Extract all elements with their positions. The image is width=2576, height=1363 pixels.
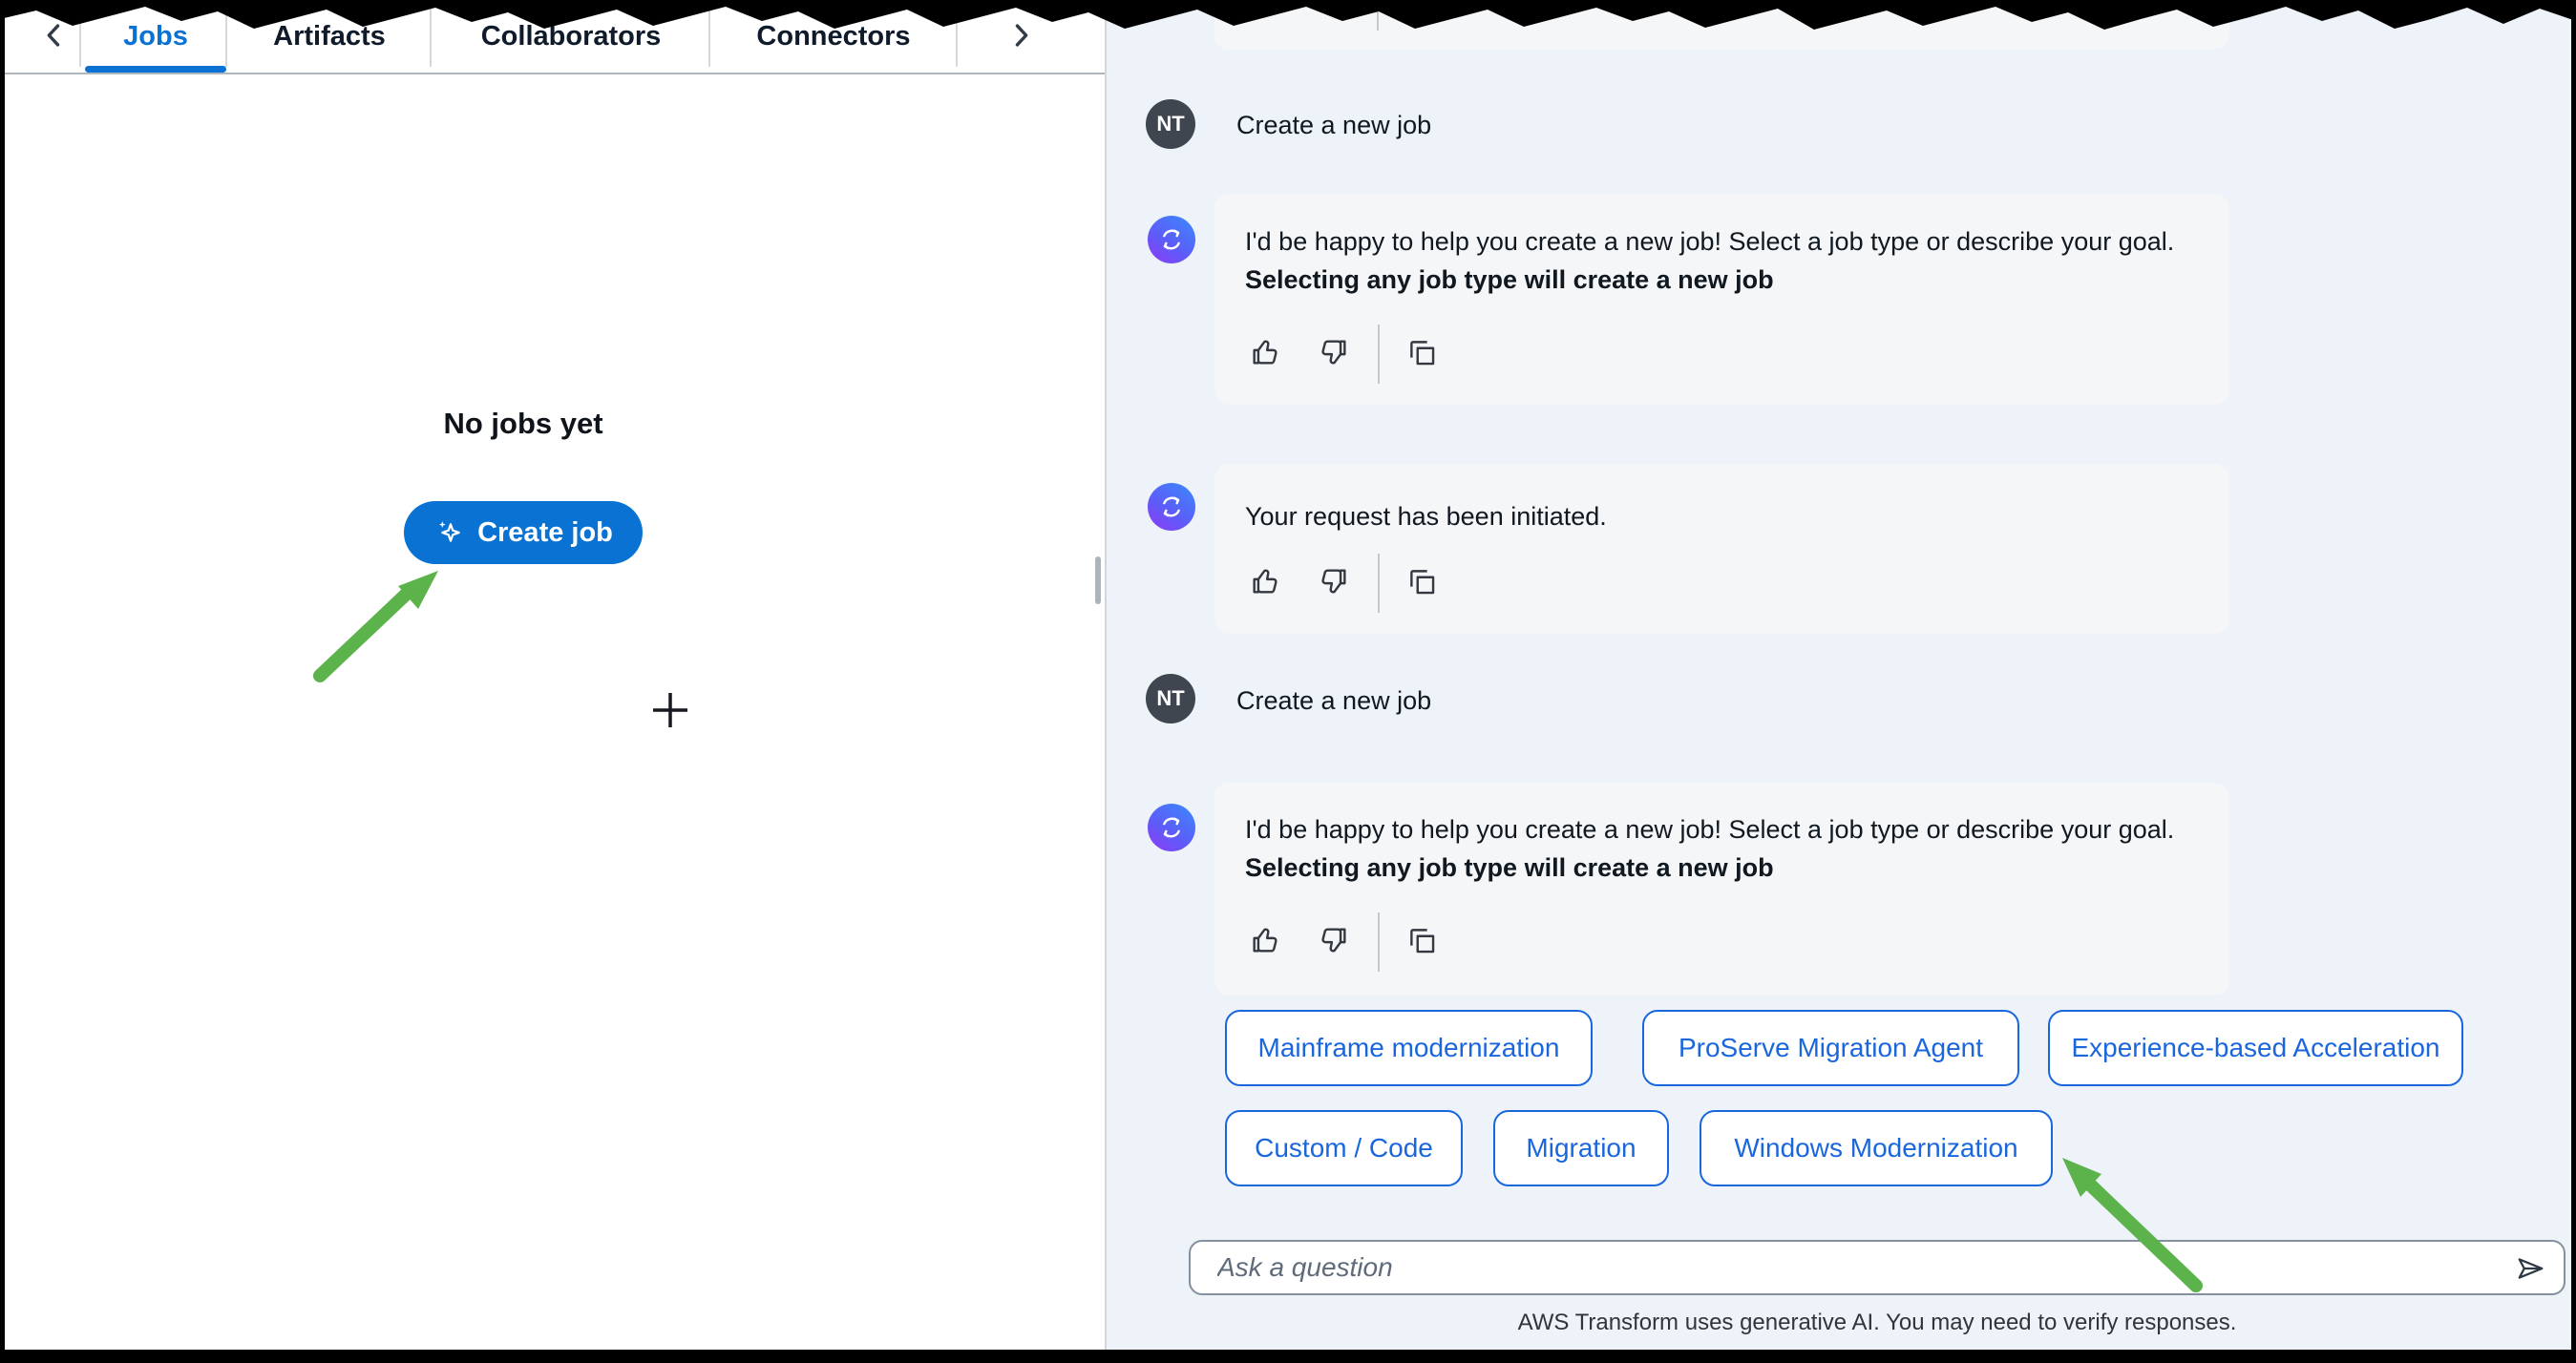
assistant-bubble: Your request has been initiated. <box>1214 464 2229 634</box>
assistant-avatar <box>1148 483 1195 531</box>
tab-separator <box>225 4 227 67</box>
jobs-panel <box>5 0 1105 1350</box>
job-type-button-experience-based-acceleration[interactable]: Experience-based Acceleration <box>2048 1010 2463 1086</box>
panel-divider <box>1105 0 1107 1350</box>
screenshot-root: Jobs Artifacts Collaborators Connectors … <box>0 0 2576 1363</box>
action-separator <box>1378 912 1380 972</box>
ai-disclaimer: AWS Transform uses generative AI. You ma… <box>1189 1310 2565 1336</box>
thumbs-up-icon[interactable] <box>1249 336 1281 368</box>
tabs-scroll-right-icon[interactable] <box>1004 19 1037 52</box>
assistant-avatar <box>1148 216 1195 263</box>
job-type-button-custom-code[interactable]: Custom / Code <box>1225 1110 1463 1186</box>
assistant-message-line2: Selecting any job type will create a new… <box>1245 849 1774 886</box>
tab-collaborators[interactable]: Collaborators <box>481 21 662 52</box>
copy-icon[interactable] <box>1405 565 1438 598</box>
job-type-button-mainframe-modernization[interactable]: Mainframe modernization <box>1225 1010 1593 1086</box>
user-message: Create a new job <box>1236 107 1431 143</box>
copy-icon[interactable] <box>1405 336 1438 368</box>
send-icon[interactable] <box>2513 1251 2547 1286</box>
action-separator <box>1378 554 1380 613</box>
empty-state-title: No jobs yet <box>380 407 666 441</box>
thumbs-up-icon[interactable] <box>1249 924 1281 956</box>
chat-bubble-partial <box>1214 0 2229 50</box>
tab-connectors[interactable]: Connectors <box>756 21 910 52</box>
create-job-label: Create job <box>477 517 613 549</box>
tab-bar-border <box>5 73 1105 74</box>
thumbs-up-icon[interactable] <box>1249 565 1281 598</box>
copy-icon[interactable] <box>1405 924 1438 956</box>
frame-border-right <box>2571 0 2576 1363</box>
action-separator <box>1378 325 1380 384</box>
thumbs-down-icon[interactable] <box>1318 336 1350 368</box>
user-message: Create a new job <box>1236 682 1431 719</box>
chat-input[interactable] <box>1189 1240 2565 1295</box>
assistant-bubble: I'd be happy to help you create a new jo… <box>1214 783 2229 996</box>
action-separator <box>1377 6 1379 31</box>
tab-separator <box>79 4 81 67</box>
tab-jobs[interactable]: Jobs <box>123 21 188 52</box>
thumbs-down-icon[interactable] <box>1318 565 1350 598</box>
tab-separator <box>956 4 958 67</box>
frame-border-bottom <box>0 1350 2576 1363</box>
thumbs-down-icon[interactable] <box>1318 924 1350 956</box>
tab-separator <box>708 4 710 67</box>
tab-artifacts[interactable]: Artifacts <box>273 21 386 52</box>
user-avatar: NT <box>1146 99 1195 149</box>
job-type-button-proserve-migration-agent[interactable]: ProServe Migration Agent <box>1642 1010 2019 1086</box>
create-job-button[interactable]: Create job <box>404 501 643 564</box>
tabs-scroll-left-icon[interactable] <box>38 19 71 52</box>
frame-border-left <box>0 0 5 1363</box>
sparkle-icon <box>433 517 464 548</box>
assistant-message-line1: Your request has been initiated. <box>1245 498 1607 535</box>
scrollbar-thumb[interactable] <box>1095 556 1101 604</box>
active-tab-indicator <box>85 66 226 73</box>
assistant-bubble: I'd be happy to help you create a new jo… <box>1214 194 2229 405</box>
assistant-avatar <box>1148 804 1195 851</box>
job-type-button-windows-modernization[interactable]: Windows Modernization <box>1700 1110 2053 1186</box>
assistant-message-line1: I'd be happy to help you create a new jo… <box>1245 811 2174 848</box>
assistant-message-line2: Selecting any job type will create a new… <box>1245 262 1774 298</box>
job-type-button-migration[interactable]: Migration <box>1493 1110 1669 1186</box>
user-avatar: NT <box>1146 674 1195 723</box>
tab-separator <box>430 4 432 67</box>
assistant-message-line1: I'd be happy to help you create a new jo… <box>1245 223 2174 260</box>
